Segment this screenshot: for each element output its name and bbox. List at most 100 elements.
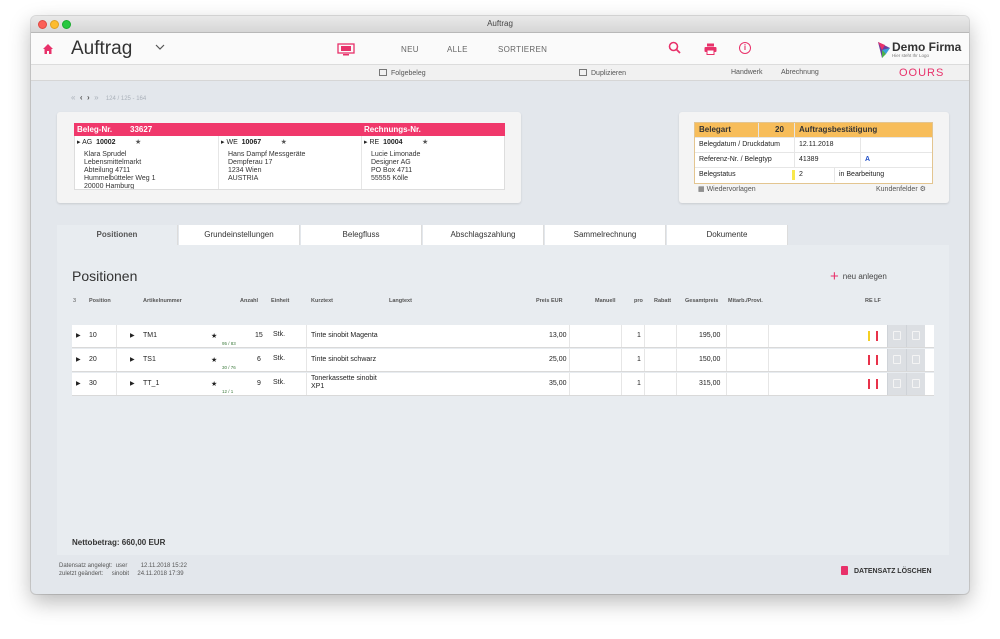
position-value[interactable]: 30 bbox=[89, 380, 97, 387]
expand-icon[interactable]: ▶ bbox=[130, 380, 135, 387]
sortieren-button[interactable]: SORTIEREN bbox=[498, 45, 547, 54]
kundenfelder-button[interactable]: Kundenfelder ⚙ bbox=[876, 185, 926, 193]
header-relf[interactable]: RE LF bbox=[865, 298, 881, 304]
tab-abschlagszahlung[interactable]: Abschlagszahlung bbox=[423, 225, 544, 245]
einheit-value[interactable]: Stk. bbox=[273, 355, 285, 362]
header-rabatt[interactable]: Rabatt bbox=[654, 298, 671, 304]
artikel-value[interactable]: TM1 bbox=[143, 332, 157, 339]
folgebeleg-button[interactable]: Folgebeleg bbox=[379, 69, 426, 77]
print-icon[interactable] bbox=[704, 42, 717, 60]
handwerk-button[interactable]: Handwerk bbox=[731, 69, 763, 76]
mitarb-select[interactable] bbox=[727, 349, 769, 371]
star-icon[interactable]: ★ bbox=[135, 139, 141, 146]
einheit-value[interactable]: Stk. bbox=[273, 331, 285, 338]
star-icon[interactable]: ★ bbox=[422, 139, 428, 146]
anzahl-value[interactable]: 15 bbox=[255, 332, 263, 339]
header-anzahl[interactable]: Anzahl bbox=[240, 298, 258, 304]
position-value[interactable]: 10 bbox=[89, 332, 97, 339]
header-einheit[interactable]: Einheit bbox=[271, 298, 289, 304]
address-ag[interactable]: ▸ AG 10002 ★ Klara Sprudel Lebensmittelm… bbox=[75, 136, 219, 189]
home-icon[interactable] bbox=[42, 43, 54, 55]
position-value[interactable]: 20 bbox=[89, 356, 97, 363]
rabatt-field[interactable] bbox=[645, 349, 677, 371]
rabatt-field[interactable] bbox=[645, 325, 677, 347]
header-preis[interactable]: Preis EUR bbox=[536, 298, 563, 304]
expand-icon[interactable]: ▶ bbox=[76, 356, 81, 363]
header-manuell[interactable]: Manuell bbox=[595, 298, 615, 304]
kurztext-value[interactable]: Tinte sinobit schwarz bbox=[311, 356, 376, 363]
belegtyp-select[interactable]: A bbox=[861, 153, 933, 167]
tab-grundeinstellungen[interactable]: Grundeinstellungen bbox=[179, 225, 300, 245]
rabatt-field[interactable] bbox=[645, 373, 677, 395]
table-header: 3 Position Artikelnummer Anzahl Einheit … bbox=[72, 296, 934, 306]
mitarb-select[interactable] bbox=[727, 373, 769, 395]
expand-icon[interactable]: ▶ bbox=[130, 356, 135, 363]
search-icon[interactable] bbox=[668, 41, 681, 59]
wiedervorlagen-button[interactable]: ▦ Wiedervorlagen bbox=[698, 185, 756, 193]
tab-belegfluss[interactable]: Belegfluss bbox=[301, 225, 422, 245]
alle-button[interactable]: ALLE bbox=[447, 45, 468, 54]
preis-value[interactable]: 35,00 bbox=[549, 380, 567, 387]
table-row[interactable]: ▶ 20 ▶ TS1 ★ 30 / 76 6 Stk. Tinte sinobi… bbox=[72, 349, 934, 372]
manuell-field[interactable] bbox=[570, 373, 622, 395]
neu-button[interactable]: NEU bbox=[401, 45, 419, 54]
address-we[interactable]: ▸ WE 10067 ★ Hans Dampf Messgeräte Dempf… bbox=[219, 136, 362, 189]
artikel-value[interactable]: TS1 bbox=[143, 356, 156, 363]
einheit-value[interactable]: Stk. bbox=[273, 379, 285, 386]
prev-record-icon[interactable]: ‹ bbox=[80, 93, 83, 102]
manuell-field[interactable] bbox=[570, 349, 622, 371]
next-record-icon[interactable]: › bbox=[87, 93, 90, 102]
header-position[interactable]: Position bbox=[89, 298, 111, 304]
delete-row-button[interactable] bbox=[906, 349, 925, 371]
lf-status-mark bbox=[876, 379, 878, 389]
edit-row-button[interactable] bbox=[887, 325, 906, 347]
anzahl-value[interactable]: 9 bbox=[257, 380, 261, 387]
duplizieren-button[interactable]: Duplizieren bbox=[579, 69, 626, 77]
header-gesamt[interactable]: Gesamtpreis bbox=[685, 298, 718, 304]
expand-icon[interactable]: ▶ bbox=[130, 332, 135, 339]
last-record-icon[interactable]: » bbox=[94, 93, 98, 102]
edit-row-button[interactable] bbox=[887, 373, 906, 395]
header-pro[interactable]: pro bbox=[634, 298, 643, 304]
delete-row-button[interactable] bbox=[906, 325, 925, 347]
first-record-icon[interactable]: « bbox=[71, 93, 75, 102]
artikel-value[interactable]: TT_1 bbox=[143, 380, 159, 387]
druckdatum-field[interactable] bbox=[861, 138, 933, 152]
header-mitarb[interactable]: Mitarb./Provi. bbox=[728, 298, 763, 304]
chevron-down-icon[interactable] bbox=[155, 42, 165, 54]
manuell-field[interactable] bbox=[570, 325, 622, 347]
edit-row-button[interactable] bbox=[887, 349, 906, 371]
header-kurztext[interactable]: Kurztext bbox=[311, 298, 333, 304]
table-row[interactable]: ▶ 10 ▶ TM1 ★ 95 / 83 15 Stk. Tinte sinob… bbox=[72, 325, 934, 348]
header-langtext[interactable]: Langtext bbox=[389, 298, 412, 304]
delete-row-button[interactable] bbox=[906, 373, 925, 395]
table-row[interactable]: ▶ 30 ▶ TT_1 ★ 12 / 1 9 Stk. Tonerkassett… bbox=[72, 373, 934, 396]
delete-record-button[interactable]: DATENSATZ LÖSCHEN bbox=[841, 566, 932, 575]
monitor-icon[interactable] bbox=[337, 43, 355, 56]
tab-positionen[interactable]: Positionen bbox=[57, 225, 178, 245]
header-artikel[interactable]: Artikelnummer bbox=[143, 298, 182, 304]
preis-value[interactable]: 25,00 bbox=[549, 356, 567, 363]
new-position-button[interactable]: + neu anlegen bbox=[830, 268, 887, 285]
star-icon[interactable]: ★ bbox=[281, 139, 287, 146]
star-icon[interactable]: ★ bbox=[211, 380, 217, 388]
star-icon[interactable]: ★ bbox=[211, 356, 217, 364]
tab-dokumente[interactable]: Dokumente bbox=[667, 225, 788, 245]
belegart-code[interactable]: 20 bbox=[759, 123, 795, 137]
referenz-field[interactable]: 41389 bbox=[795, 153, 861, 167]
mitarb-select[interactable] bbox=[727, 325, 769, 347]
star-icon[interactable]: ★ bbox=[211, 332, 217, 340]
kurztext-value[interactable]: Tonerkassette sinobit XP1 bbox=[311, 375, 381, 391]
expand-icon[interactable]: ▶ bbox=[76, 332, 81, 339]
anzahl-value[interactable]: 6 bbox=[257, 356, 261, 363]
preis-value[interactable]: 13,00 bbox=[549, 332, 567, 339]
abrechnung-button[interactable]: Abrechnung bbox=[781, 69, 819, 76]
belegdatum-field[interactable]: 12.11.2018 bbox=[795, 138, 861, 152]
kurztext-value[interactable]: Tinte sinobit Magenta bbox=[311, 332, 378, 339]
tab-sammelrechnung[interactable]: Sammelrechnung bbox=[545, 225, 666, 245]
belegstatus-select[interactable]: 2 bbox=[795, 168, 835, 182]
info-icon[interactable]: i bbox=[739, 42, 751, 54]
expand-icon[interactable]: ▶ bbox=[76, 380, 81, 387]
trash-icon bbox=[912, 379, 920, 388]
address-re[interactable]: ▸ RE 10004 ★ Lucie Limonade Designer AG … bbox=[362, 136, 504, 189]
